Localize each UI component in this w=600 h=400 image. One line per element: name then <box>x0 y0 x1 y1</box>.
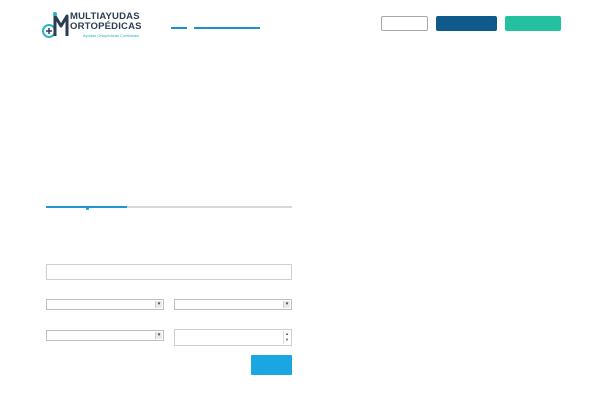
nav-link-2[interactable] <box>194 27 260 29</box>
text-input[interactable] <box>46 264 292 280</box>
select-field-3[interactable]: ▾ <box>46 330 164 341</box>
brand-name-line2: ORTOPÉDICAS <box>70 21 142 32</box>
spinner-arrows-icon[interactable]: ▲ ▼ <box>283 331 290 344</box>
chevron-down-icon: ▾ <box>283 301 290 308</box>
header-primary-button[interactable] <box>436 16 497 31</box>
number-input[interactable]: ▲ ▼ <box>174 329 292 346</box>
submit-button[interactable] <box>251 355 292 375</box>
progress-marker <box>86 207 89 210</box>
header-accent-button[interactable] <box>505 16 561 31</box>
nav-link-1[interactable] <box>171 27 187 29</box>
chevron-down-icon: ▾ <box>155 301 162 308</box>
header-outline-button[interactable] <box>381 16 428 31</box>
select-field-1[interactable]: ▾ <box>46 299 164 310</box>
brand-tagline: Ayudas Ortopédicas Confiables <box>83 33 139 38</box>
brand-logo-icon[interactable] <box>41 10 71 40</box>
select-field-2[interactable]: ▾ <box>174 299 292 310</box>
chevron-down-icon: ▾ <box>155 332 162 339</box>
